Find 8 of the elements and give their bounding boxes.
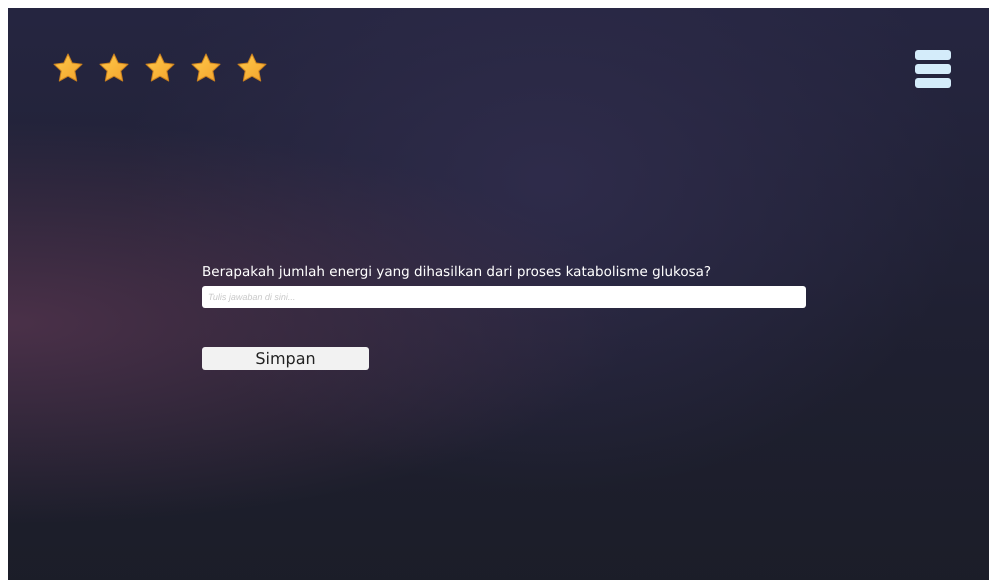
star-icon [98,52,130,84]
star-icon [52,52,84,84]
save-button[interactable]: Simpan [202,347,369,370]
star-icon [144,52,176,84]
question-text: Berapakah jumlah energi yang dihasilkan dari proses katabolisme glukosa? [202,264,712,280]
star-icon [236,52,268,84]
menu-icon[interactable] [915,50,951,88]
star-icon [190,52,222,84]
